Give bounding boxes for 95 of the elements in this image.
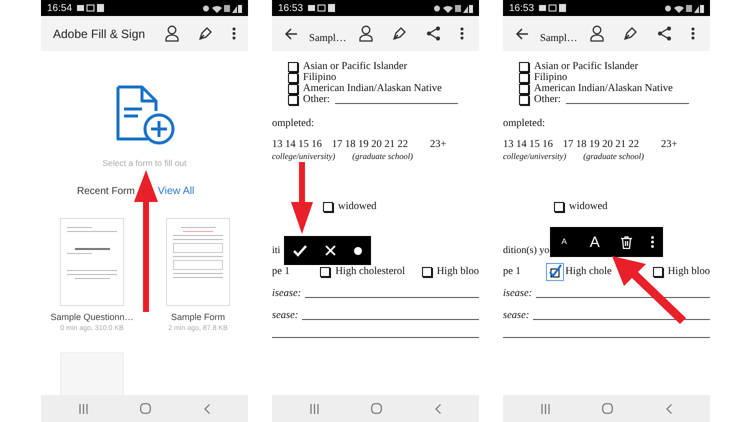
checkbox[interactable] <box>519 62 529 72</box>
back-arrow-icon[interactable] <box>515 26 529 40</box>
form-text: sease: <box>272 310 298 321</box>
checkbox[interactable] <box>288 94 298 104</box>
form-text: isease: <box>272 288 302 299</box>
dot-icon[interactable] <box>354 246 362 254</box>
form-text: college/university) <box>503 150 566 160</box>
option-label: High bloo <box>436 266 479 277</box>
checkbox[interactable] <box>422 266 432 276</box>
checkbox[interactable] <box>652 266 663 276</box>
form-text: dition(s) yo <box>503 245 550 256</box>
checkbox[interactable] <box>519 84 529 94</box>
option-label: Filipino <box>534 72 568 83</box>
section-label: Recent Form <box>77 186 135 196</box>
share-icon[interactable] <box>657 26 672 41</box>
form-text: (graduate school) <box>583 150 644 160</box>
back-icon[interactable] <box>204 404 210 414</box>
form-text: (graduate school) <box>352 150 413 160</box>
app-title: Sampl… <box>540 32 578 44</box>
recent-apps-icon[interactable] <box>79 404 88 414</box>
pen-icon[interactable] <box>623 26 638 41</box>
form-text: ompleted: <box>503 118 545 128</box>
person-icon[interactable] <box>165 25 179 42</box>
form-name: Sample Form <box>170 312 225 322</box>
option-label: Other: <box>534 94 561 105</box>
option-label: American Indian/Alaskan Native <box>303 83 442 94</box>
view-all-link[interactable]: View All <box>158 185 194 197</box>
form-text: 13 14 15 16 <box>503 138 553 150</box>
pen-icon[interactable] <box>392 26 408 41</box>
form-text: 17 18 19 20 21 22 <box>332 138 408 150</box>
option-label: Other: <box>303 94 330 105</box>
option-label: widowed <box>569 201 608 212</box>
form-text: iti <box>272 245 280 256</box>
option-label: Asian or Pacific Islander <box>534 61 638 72</box>
form-text: pe 1 <box>272 266 291 277</box>
status-time: 16:53 <box>278 2 304 14</box>
add-document-icon[interactable] <box>114 84 176 146</box>
checkbox[interactable] <box>546 262 564 280</box>
recent-apps-icon[interactable] <box>541 404 550 414</box>
checkbox[interactable] <box>554 202 564 212</box>
option-label: widowed <box>338 201 376 212</box>
form-text: pe 1 <box>503 266 522 277</box>
option-label: High cholesterol <box>335 266 406 277</box>
person-icon[interactable] <box>590 25 604 42</box>
option-label: Filipino <box>303 72 336 83</box>
empty-prompt: Select a form to fill out <box>102 158 187 168</box>
app-title: Adobe Fill & Sign <box>53 26 146 40</box>
home-icon[interactable] <box>371 403 382 414</box>
home-icon[interactable] <box>602 403 614 414</box>
form-text: 23+ <box>661 138 678 150</box>
checkbox[interactable] <box>288 62 298 72</box>
checkbox[interactable] <box>519 94 529 104</box>
document-thumbnail[interactable] <box>60 218 124 306</box>
form-text: isease: <box>503 288 532 299</box>
option-label: High bloo <box>668 266 710 277</box>
back-arrow-icon[interactable] <box>284 26 298 40</box>
option-label: High chole <box>565 266 612 277</box>
form-text: 17 18 19 20 21 22 <box>562 138 639 150</box>
more-options-icon[interactable] <box>691 27 696 40</box>
more-options-icon[interactable] <box>460 27 464 40</box>
form-text: 23+ <box>430 138 446 150</box>
form-name: Sample Questionn… <box>50 312 134 322</box>
checkbox[interactable] <box>288 84 298 94</box>
back-icon[interactable] <box>666 404 672 414</box>
checkbox[interactable] <box>519 72 529 82</box>
status-icons <box>202 4 242 12</box>
home-icon[interactable] <box>140 403 152 414</box>
smaller-text-button[interactable]: A <box>559 238 569 246</box>
document-thumbnail[interactable] <box>166 218 230 306</box>
app-title: Sampl… <box>309 32 346 44</box>
larger-text-button[interactable]: A <box>588 234 602 250</box>
option-label: American Indian/Alaskan Native <box>534 83 673 94</box>
option-label: Asian or Pacific Islander <box>303 61 408 72</box>
checkbox[interactable] <box>288 72 298 82</box>
recent-apps-icon[interactable] <box>310 404 320 414</box>
checkbox[interactable] <box>323 202 333 212</box>
trash-icon[interactable] <box>620 236 632 248</box>
form-text: college/university) <box>272 150 336 160</box>
form-text: 13 14 15 16 <box>272 138 322 150</box>
form-text: sease: <box>503 310 530 321</box>
checkbox[interactable] <box>320 266 330 276</box>
back-icon[interactable] <box>434 404 441 414</box>
status-icons <box>433 4 473 12</box>
checkmark-icon[interactable] <box>293 244 307 256</box>
cross-icon[interactable] <box>325 245 336 256</box>
status-time: 16:53 <box>509 2 534 14</box>
pen-icon[interactable] <box>198 26 213 41</box>
status-time: 16:54 <box>47 2 72 14</box>
more-options-icon[interactable] <box>650 236 654 248</box>
pointer-arrow <box>291 162 313 234</box>
status-icons <box>664 4 704 12</box>
form-text: ompleted: <box>272 118 314 128</box>
share-icon[interactable] <box>426 26 442 41</box>
person-icon[interactable] <box>359 25 374 42</box>
more-options-icon[interactable] <box>232 27 236 40</box>
